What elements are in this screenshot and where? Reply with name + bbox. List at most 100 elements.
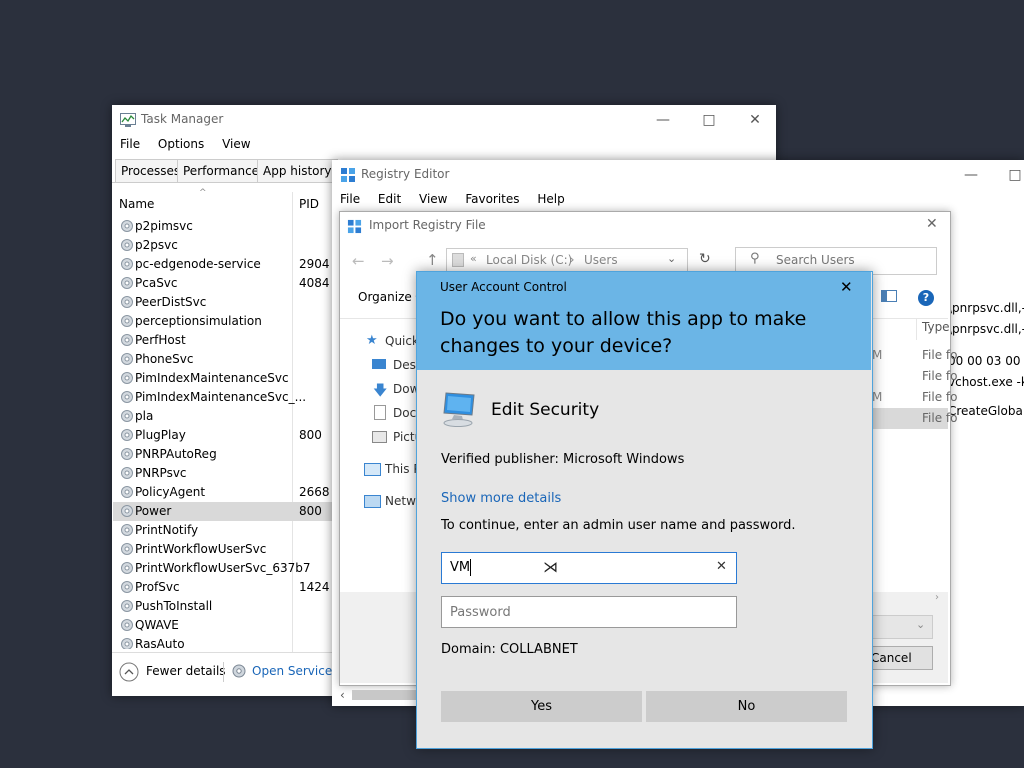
reg-menu-help[interactable]: Help	[537, 192, 564, 206]
service-row[interactable]: RasAuto	[113, 635, 333, 649]
service-row[interactable]: PNRPsvc	[113, 464, 333, 483]
close-button[interactable]: ✕	[732, 105, 778, 135]
file-row-selected[interactable]: File fo	[860, 408, 957, 429]
service-gear-icon	[121, 372, 133, 384]
uac-question: Do you want to allow this app to make ch…	[440, 308, 807, 357]
service-row[interactable]: p2psvc	[113, 236, 333, 255]
search-placeholder: Search Users	[776, 253, 855, 267]
column-name-header[interactable]: Name	[119, 197, 154, 211]
service-row[interactable]: PeerDistSvc	[113, 293, 333, 312]
service-gear-icon	[121, 296, 133, 308]
breadcrumb-users[interactable]: Users	[584, 253, 618, 267]
help-icon[interactable]: ?	[918, 290, 934, 306]
service-gear-icon	[121, 410, 133, 422]
reg-menu-favorites[interactable]: Favorites	[465, 192, 519, 206]
service-row[interactable]: PlugPlay 800	[113, 426, 333, 445]
password-field[interactable]: Password	[441, 596, 737, 628]
registry-value-data: CreateGlobalPr	[948, 404, 1024, 418]
service-row[interactable]: PimIndexMaintenanceSvc	[113, 369, 333, 388]
reg-menu-view[interactable]: View	[419, 192, 447, 206]
service-row[interactable]: pla	[113, 407, 333, 426]
username-field[interactable]: VM ⋊ ✕	[441, 552, 737, 584]
service-row[interactable]: PcaSvc 4084	[113, 274, 333, 293]
import-dialog-icon	[347, 219, 362, 234]
tab-strip-divider	[112, 182, 332, 183]
service-name: pla	[135, 409, 154, 423]
uac-close-icon[interactable]: ✕	[840, 278, 853, 296]
bottom-hscroll-thumb[interactable]	[352, 690, 417, 700]
service-row[interactable]: Power 800	[113, 502, 333, 521]
registry-minimize-button[interactable]: —	[948, 160, 994, 190]
username-value: VM	[450, 560, 471, 575]
fewer-details-link[interactable]: Fewer details	[146, 664, 226, 678]
organize-button[interactable]: Organize ▼	[358, 290, 422, 304]
search-icon: ⚲	[750, 251, 760, 266]
service-row[interactable]: PrintWorkflowUserSvc	[113, 540, 333, 559]
tm-scroll-left-arrow[interactable]: ‹	[340, 688, 345, 702]
chevron-up-circle-icon[interactable]	[119, 662, 139, 682]
service-row[interactable]: PhoneSvc	[113, 350, 333, 369]
service-name: pc-edgenode-service	[135, 257, 261, 271]
reg-menu-edit[interactable]: Edit	[378, 192, 401, 206]
registry-maximize-button[interactable]: □	[992, 160, 1024, 190]
reg-menu-file[interactable]: File	[340, 192, 360, 206]
service-row[interactable]: perceptionsimulation	[113, 312, 333, 331]
service-row[interactable]: p2pimsvc	[113, 217, 333, 236]
menu-file[interactable]: File	[120, 137, 140, 151]
service-row[interactable]: PolicyAgent 2668	[113, 483, 333, 502]
registry-value-data: vchost.exe -k L	[948, 375, 1024, 389]
task-manager-menubar: File Options View	[120, 137, 265, 151]
tab-app-history[interactable]: App history	[257, 159, 338, 182]
scroll-right-arrow-icon[interactable]: ›	[935, 592, 939, 603]
service-row[interactable]: PNRPAutoReg	[113, 445, 333, 464]
file-row-modified: M	[872, 348, 883, 362]
service-name: PlugPlay	[135, 428, 186, 442]
service-pid: 800	[299, 428, 322, 442]
maximize-button[interactable]: □	[686, 105, 732, 135]
service-gear-icon	[121, 258, 133, 270]
clear-input-icon[interactable]: ✕	[716, 559, 727, 574]
documents-icon	[374, 405, 386, 420]
tab-performance[interactable]: Performance	[177, 159, 266, 182]
minimize-button[interactable]: —	[640, 105, 686, 135]
footer-separator	[223, 662, 224, 682]
file-row[interactable]: M File fo	[860, 345, 957, 366]
service-row[interactable]: QWAVE	[113, 616, 333, 635]
breadcrumb-local-disk[interactable]: Local Disk (C:)	[486, 253, 572, 267]
file-row-type: File fo	[922, 390, 958, 404]
column-pid-header[interactable]: PID	[299, 197, 319, 211]
refresh-icon[interactable]: ↻	[699, 251, 711, 267]
forward-arrow-icon[interactable]: →	[381, 252, 394, 270]
service-row[interactable]: pc-edgenode-service 2904	[113, 255, 333, 274]
uac-publisher: Verified publisher: Microsoft Windows	[441, 452, 685, 467]
file-row[interactable]: File fo	[860, 366, 957, 387]
service-row[interactable]: PimIndexMaintenanceSvc_...	[113, 388, 333, 407]
service-row[interactable]: ProfSvc 1424	[113, 578, 333, 597]
service-row[interactable]: PrintNotify	[113, 521, 333, 540]
file-row-type: File fo	[922, 348, 958, 362]
import-close-icon[interactable]: ✕	[926, 216, 938, 232]
show-more-details-link[interactable]: Show more details	[441, 491, 561, 506]
tab-processes[interactable]: Processes	[115, 159, 187, 182]
service-row[interactable]: PerfHost	[113, 331, 333, 350]
column-divider	[916, 318, 917, 340]
address-dropdown-icon[interactable]: ⌄	[667, 252, 676, 265]
menu-view[interactable]: View	[222, 137, 250, 151]
nav-quick-access[interactable]: Quick	[385, 331, 419, 352]
open-services-link[interactable]: Open Services	[252, 664, 338, 678]
desktop-folder-icon	[372, 359, 386, 369]
service-row[interactable]: PrintWorkflowUserSvc_637b7	[113, 559, 333, 578]
file-row[interactable]: M File fo	[860, 387, 957, 408]
text-cursor	[470, 559, 471, 576]
service-name: PhoneSvc	[135, 352, 194, 366]
service-row[interactable]: PushToInstall	[113, 597, 333, 616]
uac-title: User Account Control	[440, 280, 567, 294]
service-name: PerfHost	[135, 333, 186, 347]
type-column-header[interactable]: Type	[922, 320, 950, 334]
up-arrow-icon[interactable]: ↑	[426, 251, 439, 269]
back-arrow-icon[interactable]: ←	[352, 252, 365, 270]
no-button[interactable]: No	[646, 691, 847, 722]
yes-button[interactable]: Yes	[441, 691, 642, 722]
menu-options[interactable]: Options	[158, 137, 204, 151]
preview-pane-icon[interactable]	[881, 290, 897, 302]
